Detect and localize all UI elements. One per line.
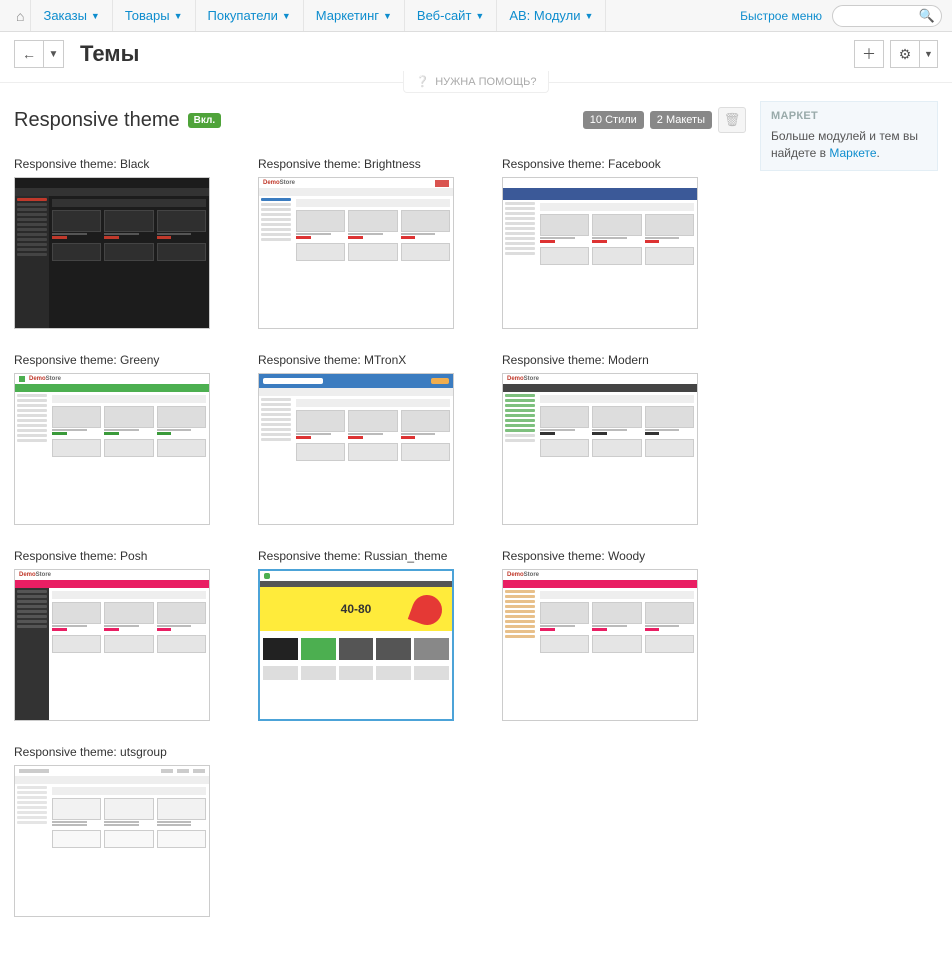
caret-down-icon: ▼ (475, 11, 484, 21)
enabled-label: Вкл. (188, 113, 221, 128)
theme-title: Responsive theme: utsgroup (14, 745, 210, 759)
market-link[interactable]: Маркете (829, 146, 876, 160)
nav-label: Товары (125, 8, 170, 23)
help-label: НУЖНА ПОМОЩЬ? (435, 76, 536, 88)
arrow-left-icon: ← (22, 46, 36, 62)
theme-item-russian: Responsive theme: Russian_theme 40-80 (258, 549, 454, 721)
search-icon[interactable]: 🔍 (919, 8, 935, 24)
help-button[interactable]: ❔ НУЖНА ПОМОЩЬ? (403, 71, 550, 93)
layouts-badge[interactable]: 2 Макеты (650, 111, 712, 129)
theme-item-facebook: Responsive theme: Facebook (502, 157, 698, 329)
add-button[interactable]: ＋ (854, 40, 884, 68)
quick-menu-link[interactable]: Быстрое меню (740, 9, 822, 23)
theme-title: Responsive theme: Posh (14, 549, 210, 563)
nav-item-orders[interactable]: Заказы ▼ (30, 0, 112, 31)
theme-thumbnail[interactable] (502, 177, 698, 329)
nav-item-customers[interactable]: Покупатели ▼ (196, 0, 304, 31)
theme-item-utsgroup: Responsive theme: utsgroup (14, 745, 210, 917)
theme-title: Responsive theme: Black (14, 157, 210, 171)
caret-down-icon: ▼ (91, 11, 100, 21)
theme-thumbnail[interactable]: 40-80 (258, 569, 454, 721)
back-button[interactable]: ← (14, 40, 44, 68)
theme-item-black: Responsive theme: Black (14, 157, 210, 329)
caret-down-icon: ▼ (383, 11, 392, 21)
delete-button: 🗑 (718, 107, 746, 133)
theme-title: Responsive theme: Greeny (14, 353, 210, 367)
theme-thumbnail[interactable] (14, 765, 210, 917)
theme-thumbnail[interactable] (14, 177, 210, 329)
settings-button[interactable]: ⚙ (890, 40, 920, 68)
theme-thumbnail[interactable] (258, 373, 454, 525)
theme-item-brightness: Responsive theme: Brightness DemoStore (258, 157, 454, 329)
caret-down-icon: ▼ (174, 11, 183, 21)
theme-item-mtronx: Responsive theme: MTronX (258, 353, 454, 525)
theme-title: Responsive theme: Facebook (502, 157, 698, 171)
market-text: Больше модулей и тем вы найдете в Маркет… (771, 128, 927, 162)
theme-item-modern: Responsive theme: Modern DemoStore (502, 353, 698, 525)
theme-item-woody: Responsive theme: Woody DemoStore (502, 549, 698, 721)
theme-item-greeny: Responsive theme: Greeny DemoStore (14, 353, 210, 525)
trash-icon: 🗑 (724, 112, 741, 128)
nav-label: Покупатели (208, 8, 278, 23)
nav-label: Веб-сайт (417, 8, 471, 23)
gear-icon: ⚙ (899, 46, 912, 63)
theme-title: Responsive theme: Woody (502, 549, 698, 563)
nav-label: Заказы (43, 8, 86, 23)
market-sidebar: МАРКЕТ Больше модулей и тем вы найдете в… (760, 101, 938, 171)
styles-badge[interactable]: 10 Стили (583, 111, 644, 129)
nav-label: Маркетинг (316, 8, 379, 23)
theme-title: Responsive theme: MTronX (258, 353, 454, 367)
page-title: Темы (80, 41, 139, 67)
nav-item-marketing[interactable]: Маркетинг ▼ (304, 0, 405, 31)
theme-thumbnail[interactable]: DemoStore (258, 177, 454, 329)
search-box: 🔍 (832, 5, 942, 27)
plus-icon: ＋ (862, 44, 876, 64)
top-navbar: ⌂ Заказы ▼ Товары ▼ Покупатели ▼ Маркетинг ▼… (0, 0, 952, 32)
theme-group-header: Responsive theme Вкл. 10 Стили 2 Макеты … (14, 101, 746, 143)
caret-down-icon: ▼ (49, 49, 59, 60)
theme-group-title: Responsive theme (14, 109, 180, 132)
back-button-group: ← ▼ (14, 40, 64, 68)
help-row: ❔ НУЖНА ПОМОЩЬ? (0, 71, 952, 93)
theme-title: Responsive theme: Modern (502, 353, 698, 367)
theme-thumbnail[interactable]: DemoStore (502, 373, 698, 525)
nav-item-products[interactable]: Товары ▼ (113, 0, 196, 31)
theme-title: Responsive theme: Brightness (258, 157, 454, 171)
theme-item-posh: Responsive theme: Posh DemoStore (14, 549, 210, 721)
market-heading: МАРКЕТ (771, 110, 927, 122)
back-dropdown[interactable]: ▼ (44, 40, 64, 68)
nav-label: AB: Модули (509, 8, 580, 23)
caret-down-icon: ▼ (584, 11, 593, 21)
home-icon[interactable]: ⌂ (16, 8, 24, 24)
themes-grid: Responsive theme: Black (14, 143, 746, 917)
caret-down-icon: ▼ (924, 49, 933, 59)
theme-thumbnail[interactable]: DemoStore (502, 569, 698, 721)
nav-item-ab-modules[interactable]: AB: Модули ▼ (497, 0, 606, 31)
theme-thumbnail[interactable]: DemoStore (14, 569, 210, 721)
banner-text: 40-80 (341, 602, 372, 616)
settings-dropdown[interactable]: ▼ (920, 40, 938, 68)
caret-down-icon: ▼ (282, 11, 291, 21)
question-icon: ❔ (416, 76, 430, 88)
theme-title: Responsive theme: Russian_theme (258, 549, 454, 563)
nav-item-website[interactable]: Веб-сайт ▼ (405, 0, 497, 31)
theme-thumbnail[interactable]: DemoStore (14, 373, 210, 525)
